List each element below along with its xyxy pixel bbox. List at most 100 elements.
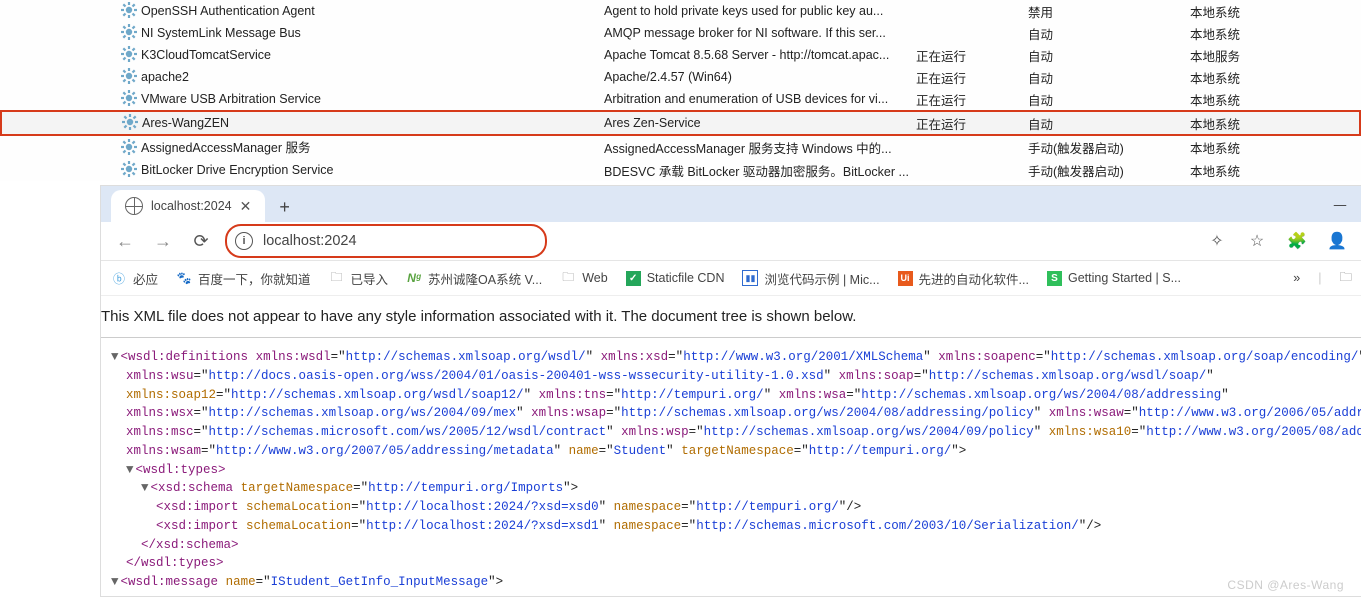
gear-icon [121, 2, 137, 21]
minimize-button[interactable]: — [1318, 188, 1361, 222]
service-status [915, 0, 1027, 22]
address-bar[interactable]: i localhost:2024 [225, 224, 547, 258]
bookmark-item[interactable]: 🗀已导入 [329, 269, 389, 288]
service-login: 本地系统 [1189, 159, 1360, 181]
xml-tree[interactable]: ▼<wsdl:definitions xmlns:wsdl="http://sc… [101, 348, 1361, 592]
service-status [915, 135, 1027, 159]
bookmark-label: 浏览代码示例 | Mic... [764, 269, 879, 288]
service-name: NI SystemLink Message Bus [141, 25, 301, 39]
service-login: 本地服务 [1189, 44, 1360, 66]
service-startup: 自动 [1027, 66, 1189, 88]
service-startup: 自动 [1027, 22, 1189, 44]
extensions-icon[interactable]: 🧩 [1282, 231, 1312, 251]
service-row[interactable]: Ares-WangZENAres Zen-Service正在运行自动本地系统 [1, 111, 1360, 135]
back-button[interactable]: ← [111, 231, 139, 252]
service-name: K3CloudTomcatService [141, 47, 271, 61]
gear-icon [122, 114, 138, 133]
profile-icon[interactable]: 👤 [1322, 231, 1352, 251]
service-row[interactable]: BitLocker Drive Encryption Service BDESVC… [1, 159, 1360, 181]
service-login: 本地系统 [1189, 135, 1360, 159]
bookmarks-overflow[interactable]: » [1293, 271, 1300, 285]
bookmark-item[interactable]: Nᵍ苏州诚隆OA系统 V... [406, 269, 542, 288]
bookmark-item[interactable]: ✓Staticfile CDN [626, 269, 725, 288]
service-row[interactable]: OpenSSH Authentication Agent Agent to hol… [1, 0, 1360, 22]
service-desc: Apache/2.4.57 (Win64) [603, 66, 915, 88]
site-info-icon[interactable]: i [235, 232, 253, 250]
gear-icon [121, 46, 137, 65]
service-row[interactable]: AssignedAccessManager 服务 AssignedAccessMa… [1, 135, 1360, 159]
service-desc: BDESVC 承载 BitLocker 驱动器加密服务。BitLocker ..… [603, 159, 915, 181]
bookmark-label: 百度一下，你就知道 [198, 269, 311, 288]
bookmark-item[interactable]: 🐾百度一下，你就知道 [176, 269, 311, 288]
service-status: 正在运行 [915, 88, 1027, 111]
service-name: apache2 [141, 69, 189, 83]
service-startup: 手动(触发器启动) [1027, 159, 1189, 181]
address-bar-row: ← → ⟳ i localhost:2024 ✧ ☆ 🧩 👤 [101, 222, 1361, 261]
bookmark-label: Web [582, 271, 607, 285]
service-desc: Apache Tomcat 8.5.68 Server - http://tom… [603, 44, 915, 66]
bookmarks-bar: ⓑ必应🐾百度一下，你就知道🗀已导入Nᵍ苏州诚隆OA系统 V...🗀Web✓Sta… [101, 261, 1361, 296]
service-row[interactable]: NI SystemLink Message BusAMQP message br… [1, 22, 1360, 44]
browser-window: localhost:2024 ✕ + — ← → ⟳ i localhost:2… [100, 185, 1361, 597]
service-name: AssignedAccessManager 服务 [141, 141, 311, 155]
bookmark-label: Staticfile CDN [647, 271, 725, 285]
service-desc: AssignedAccessManager 服务支持 Windows 中的... [603, 135, 915, 159]
gear-icon [121, 68, 137, 87]
bookmark-label: 苏州诚隆OA系统 V... [428, 269, 542, 288]
bookmark-label: 先进的自动化软件... [919, 269, 1029, 288]
service-row[interactable]: VMware USB Arbitration Service Arbitratio… [1, 88, 1360, 111]
gear-icon [121, 24, 137, 43]
bookmark-item[interactable]: 🗀Web [560, 269, 607, 288]
services-table: OpenSSH Authentication Agent Agent to hol… [0, 0, 1361, 181]
service-desc: Arbitration and enumeration of USB devic… [603, 88, 915, 111]
service-login: 本地系统 [1189, 0, 1360, 22]
service-status: 正在运行 [915, 44, 1027, 66]
service-desc: Agent to hold private keys used for publ… [603, 0, 915, 22]
reload-button[interactable]: ⟳ [187, 231, 215, 252]
service-status: 正在运行 [915, 66, 1027, 88]
new-tab-button[interactable]: + [271, 193, 298, 222]
browser-tab[interactable]: localhost:2024 ✕ [111, 190, 265, 222]
bookmark-label: 必应 [133, 269, 158, 288]
bookmark-label: 已导入 [351, 269, 389, 288]
tab-strip: localhost:2024 ✕ + — [101, 186, 1361, 222]
xml-notice: This XML file does not appear to have an… [101, 308, 1361, 338]
service-name: OpenSSH Authentication Agent [141, 3, 315, 17]
share-button[interactable]: ✧ [1202, 231, 1232, 251]
bookmark-item[interactable]: ⓑ必应 [111, 269, 158, 288]
bookmark-item[interactable]: SGetting Started | S... [1047, 269, 1181, 288]
globe-icon [125, 197, 143, 215]
service-row[interactable]: K3CloudTomcatService Apache Tomcat 8.5.68… [1, 44, 1360, 66]
service-status [915, 159, 1027, 181]
service-name: Ares-WangZEN [142, 115, 229, 129]
url-text: localhost:2024 [263, 233, 357, 249]
tab-title: localhost:2024 [151, 199, 232, 213]
service-name: VMware USB Arbitration Service [141, 91, 321, 105]
bookmark-item[interactable]: ▮▮浏览代码示例 | Mic... [742, 269, 879, 288]
service-startup: 自动 [1027, 44, 1189, 66]
service-row[interactable]: apache2 Apache/2.4.57 (Win64)正在运行自动本地系统 [1, 66, 1360, 88]
service-startup: 自动 [1027, 88, 1189, 111]
services-panel: OpenSSH Authentication Agent Agent to hol… [0, 0, 1361, 181]
forward-button[interactable]: → [149, 231, 177, 252]
close-tab-icon[interactable]: ✕ [240, 198, 252, 215]
page-content: This XML file does not appear to have an… [101, 296, 1361, 596]
service-login: 本地系统 [1189, 111, 1360, 135]
service-status [915, 22, 1027, 44]
watermark: CSDN @Ares-Wang [1227, 578, 1344, 592]
service-login: 本地系统 [1189, 66, 1360, 88]
service-status: 正在运行 [915, 111, 1027, 135]
bookmark-star-icon[interactable]: ☆ [1242, 231, 1272, 251]
gear-icon [121, 90, 137, 109]
gear-icon [121, 161, 137, 180]
service-startup: 自动 [1027, 111, 1189, 135]
service-login: 本地系统 [1189, 88, 1360, 111]
gear-icon [121, 139, 137, 158]
service-startup: 禁用 [1027, 0, 1189, 22]
all-bookmarks-folder-icon[interactable]: 🗀 [1339, 268, 1352, 289]
service-name: BitLocker Drive Encryption Service [141, 163, 333, 177]
bookmark-label: Getting Started | S... [1068, 271, 1181, 285]
bookmark-item[interactable]: Ui先进的自动化软件... [898, 269, 1029, 288]
service-startup: 手动(触发器启动) [1027, 135, 1189, 159]
service-login: 本地系统 [1189, 22, 1360, 44]
